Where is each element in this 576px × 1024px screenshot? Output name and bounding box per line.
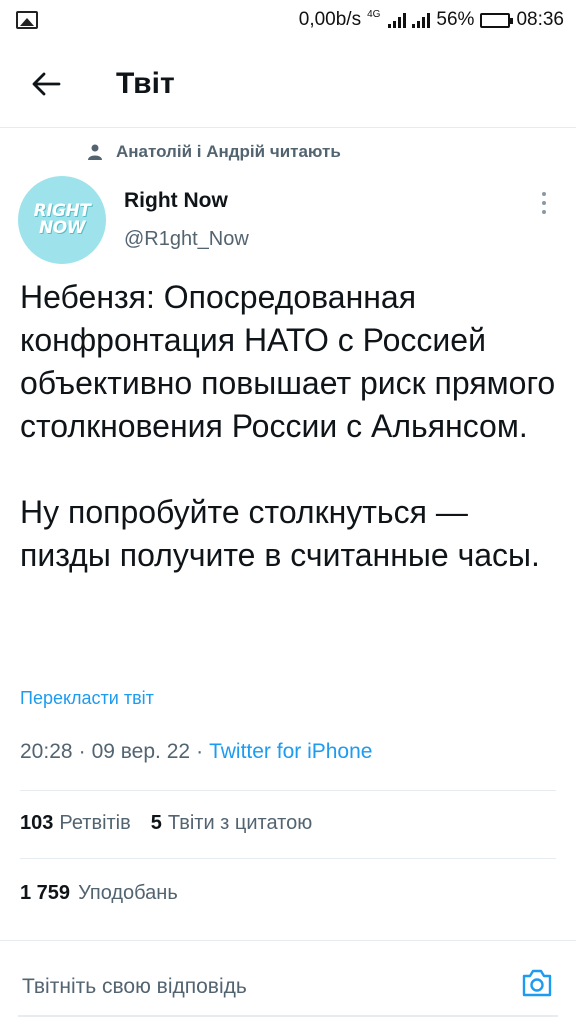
meta-separator: ·	[196, 740, 204, 763]
more-options-button[interactable]	[532, 188, 556, 218]
page-title: Твіт	[116, 66, 175, 100]
likes-label: Уподобань	[78, 882, 178, 904]
tweet-source-link[interactable]: Twitter for iPhone	[209, 740, 372, 764]
translate-tweet-link[interactable]: Перекласти твіт	[20, 688, 154, 709]
tweet-date: 09 вер. 22	[91, 740, 191, 763]
camera-button[interactable]	[520, 966, 554, 1000]
more-dot-icon	[542, 192, 546, 196]
person-icon	[88, 144, 102, 160]
tweet-stats: 103 Ретвітів 5 Твіти з цитатою	[20, 812, 312, 835]
arrow-left-icon	[32, 72, 61, 95]
avatar[interactable]: RIGHT NOW	[18, 176, 106, 264]
more-dot-icon	[542, 210, 546, 214]
quotes-label: Твіти з цитатою	[167, 812, 313, 834]
social-context[interactable]: Анатолій і Андрій читають	[88, 142, 341, 162]
likes-count: 1 759	[20, 882, 71, 904]
divider	[20, 790, 556, 791]
clock: 08:36	[516, 9, 564, 30]
reply-underline	[18, 1015, 558, 1017]
signal-icon-2	[412, 12, 431, 28]
battery-icon	[480, 12, 514, 28]
divider	[20, 858, 556, 859]
social-context-text: Анатолій і Андрій читають	[116, 142, 341, 161]
camera-icon	[522, 969, 552, 997]
quotes-stat[interactable]: 5 Твіти з цитатою	[151, 812, 312, 835]
signal-icon	[388, 12, 407, 28]
divider	[0, 940, 576, 941]
avatar-logo-line-2: NOW	[39, 218, 85, 238]
retweets-count: 103	[20, 812, 54, 834]
tweet-text: Небензя: Опосредованная конфронтация НАТ…	[20, 279, 556, 573]
network-type: 4G	[367, 9, 381, 20]
author-handle[interactable]: @R1ght_Now	[124, 228, 249, 251]
retweets-label: Ретвітів	[59, 812, 131, 834]
gallery-notification-icon	[16, 11, 38, 29]
battery-percent: 56%	[436, 9, 475, 30]
reply-input[interactable]	[22, 970, 492, 1004]
more-dot-icon	[542, 201, 546, 205]
quotes-count: 5	[150, 812, 162, 834]
likes-stat[interactable]: 1 759 Уподобань	[20, 882, 178, 905]
back-button[interactable]	[16, 54, 76, 114]
tweet-time: 20:28	[20, 740, 73, 763]
network-speed: 0,00b/s	[298, 9, 362, 30]
meta-separator: ·	[78, 740, 86, 763]
author-name[interactable]: Right Now	[124, 189, 228, 213]
retweets-stat[interactable]: 103 Ретвітів	[20, 812, 131, 835]
status-bar-right: 0,00b/s 4G 56% 08:36	[299, 9, 564, 31]
status-bar: 0,00b/s 4G 56% 08:36	[0, 0, 576, 40]
top-app-bar: Твіт	[0, 40, 576, 128]
tweet-meta: 20:28 · 09 вер. 22 · Twitter for iPhone	[20, 740, 372, 764]
